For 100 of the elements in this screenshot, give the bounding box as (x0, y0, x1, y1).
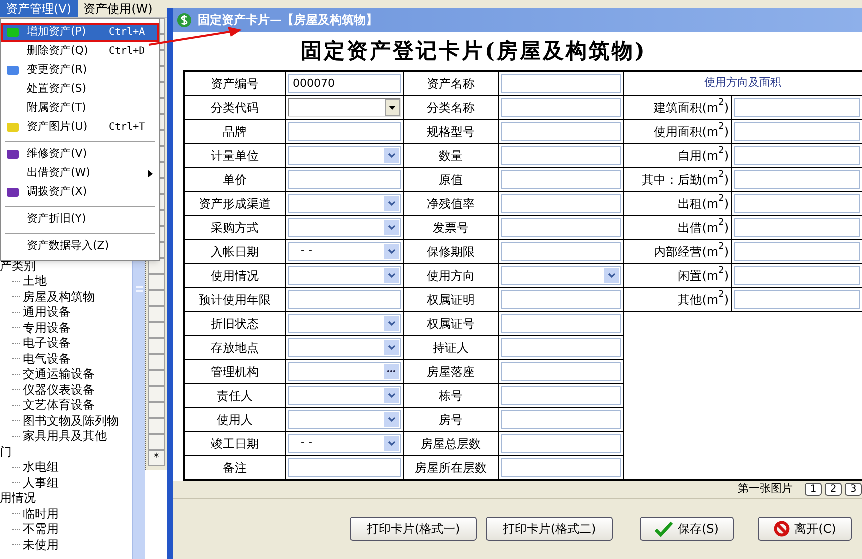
tree-item[interactable]: 不需用 (23, 523, 59, 536)
field-label: 房屋总层数 (404, 432, 498, 455)
submenu-arrow-icon (148, 170, 153, 178)
tree-item[interactable]: 水电组 (23, 461, 59, 474)
chevron-down-icon[interactable] (384, 340, 399, 355)
chevron-down-icon[interactable] (384, 388, 399, 403)
prohibited-icon (774, 521, 790, 537)
tree-item[interactable]: 电子设备 (23, 337, 71, 350)
field-label: 其中：后勤(m$^{2}$) (624, 168, 731, 191)
field-label: 栋号 (404, 384, 498, 407)
tree-item[interactable]: 通用设备 (23, 306, 71, 318)
row-selector[interactable] (148, 290, 165, 306)
tree-connector (12, 389, 20, 390)
tree-item[interactable]: 电气设备 (23, 352, 71, 365)
date-value: - - (301, 243, 312, 260)
tree-item[interactable]: 门 (0, 446, 12, 458)
tree-item[interactable]: 家具用具及其他 (23, 430, 107, 442)
dropdown-field[interactable]: - - (288, 242, 401, 261)
field-label: 权属证明 (404, 288, 498, 311)
chevron-down-icon[interactable] (384, 412, 399, 427)
page-button[interactable]: 2 (825, 483, 842, 496)
chevron-down-icon[interactable] (604, 268, 619, 283)
field-label: 房号 (404, 408, 498, 431)
menu-item[interactable]: 附属资产(T) (1, 99, 159, 118)
row-selector[interactable] (148, 402, 165, 418)
field-label: 备注 (185, 456, 285, 479)
field-label: 自用(m$^{2}$) (624, 144, 731, 167)
menu-item[interactable]: 调拨资产(X) (1, 183, 159, 202)
tree-item[interactable]: 产类别 (0, 260, 36, 272)
tree-connector (12, 280, 20, 282)
menubar-item[interactable]: 资产使用(W) (78, 0, 159, 17)
field-label: 使用方向 (404, 264, 498, 287)
field-label: 折旧状态 (185, 312, 285, 335)
row-selector[interactable] (148, 418, 165, 434)
triangle-down-icon[interactable] (385, 99, 400, 116)
tree-item[interactable]: 仪器仪表设备 (23, 384, 95, 396)
field-label: 资产编号 (185, 72, 285, 95)
field-label: 资产形成渠道 (185, 192, 285, 215)
chevron-down-icon[interactable] (384, 220, 399, 235)
row-selector[interactable]: * (148, 450, 165, 466)
tree-item[interactable]: 土地 (23, 275, 47, 288)
row-selector[interactable] (148, 386, 165, 402)
row-selector[interactable] (148, 354, 165, 370)
tree-item[interactable]: 图书文物及陈列物 (23, 414, 119, 427)
tree-item[interactable]: 人事组 (23, 476, 59, 489)
print-button[interactable]: 打印卡片(格式二) (486, 517, 613, 541)
page-button[interactable]: 1 (805, 483, 822, 496)
menu-item[interactable]: 资产图片(U) Ctrl+T (1, 118, 159, 137)
print-button[interactable]: 打印卡片(格式一) (350, 517, 477, 541)
tree-item[interactable]: 用情况 (0, 492, 36, 504)
chevron-down-icon[interactable] (384, 244, 399, 259)
tree-connector (12, 544, 20, 546)
menubar-item[interactable]: 资产管理(V) (0, 0, 78, 17)
row-selector[interactable] (148, 306, 165, 322)
field-label: 采购方式 (185, 216, 285, 239)
menu-item[interactable]: 删除资产(Q) Ctrl+D (1, 42, 159, 61)
tree-item[interactable]: 文艺体育设备 (23, 399, 95, 412)
tree-connector (12, 312, 20, 313)
tree-connector (12, 404, 20, 406)
menu-item[interactable]: 资产折旧(Y) (1, 210, 159, 229)
field-label: 出租(m$^{2}$) (624, 192, 731, 215)
page-button[interactable]: 3 (845, 483, 862, 496)
text-field[interactable]: 000070 (288, 74, 401, 93)
row-selector[interactable] (148, 338, 165, 354)
chevron-down-icon[interactable] (384, 148, 399, 163)
field-label: 管理机构 (185, 360, 285, 383)
tree-connector (12, 482, 20, 484)
menu-item[interactable]: 变更资产(R) (1, 61, 159, 80)
field-label: 内部经营(m$^{2}$) (624, 240, 731, 263)
save-button[interactable]: 保存(S) (640, 517, 734, 541)
tree-item[interactable]: 交通运输设备 (23, 368, 95, 380)
tree-item[interactable]: 未使用 (23, 538, 59, 551)
card-title: 固定资产登记卡片(房屋及构筑物) (301, 37, 647, 66)
tree-connector (12, 358, 20, 360)
ellipsis-icon[interactable] (384, 364, 399, 379)
tree-item[interactable]: 专用设备 (23, 322, 71, 334)
menu-item[interactable]: 资产数据导入(Z) (1, 237, 159, 256)
dropdown-field[interactable]: - - (288, 434, 401, 453)
chevron-down-icon[interactable] (384, 436, 399, 451)
field-label: 闲置(m$^{2}$) (624, 264, 731, 287)
row-selector[interactable] (148, 322, 165, 338)
menu-item[interactable]: 维修资产(V) (1, 145, 159, 164)
row-selector[interactable] (148, 370, 165, 386)
chevron-down-icon[interactable] (384, 268, 399, 283)
field-label: 发票号 (404, 216, 498, 239)
menu-item[interactable]: 增加资产(P) Ctrl+A (1, 23, 159, 42)
tree-connector (12, 374, 20, 375)
field-label: 计量单位 (185, 144, 285, 167)
menu-item[interactable]: 处置资产(S) (1, 80, 159, 99)
row-selector[interactable] (148, 434, 165, 450)
field-label: 原值 (404, 168, 498, 191)
chevron-down-icon[interactable] (384, 316, 399, 331)
tree-item[interactable]: 房屋及构筑物 (23, 290, 95, 303)
window-title: 固定资产卡片—【房屋及构筑物】 (198, 12, 378, 29)
tree-item[interactable]: 临时用 (23, 508, 59, 520)
chevron-down-icon[interactable] (384, 196, 399, 211)
row-selector[interactable] (148, 274, 165, 290)
exit-button[interactable]: 离开(C) (758, 517, 852, 541)
field-label: 使用面积(m$^{2}$) (624, 120, 731, 143)
menu-item[interactable]: 出借资产(W) (1, 164, 159, 183)
